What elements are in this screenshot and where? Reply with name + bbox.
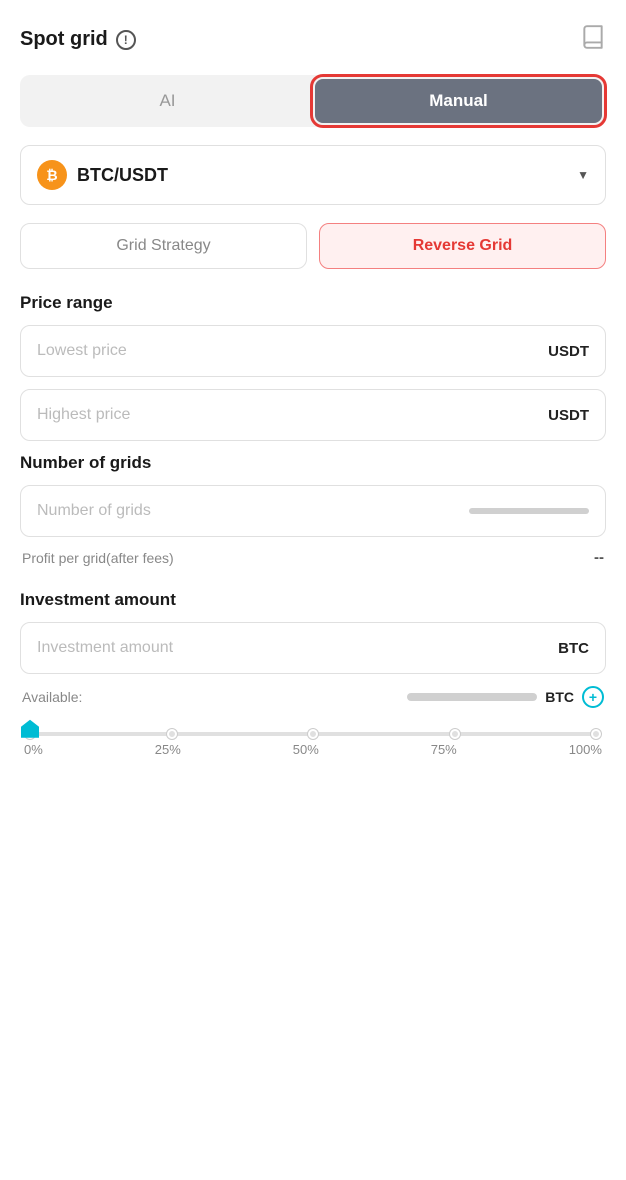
lowest-price-field[interactable]: USDT — [20, 325, 606, 377]
available-row: Available: BTC + — [20, 686, 606, 708]
price-range-section: Price range USDT USDT — [20, 293, 606, 441]
highest-price-unit: USDT — [548, 407, 589, 424]
grids-slider-bar — [469, 508, 589, 514]
grids-label: Number of grids — [20, 453, 606, 473]
pct-label-75: 75% — [431, 742, 457, 757]
pct-dot-100 — [591, 729, 601, 739]
profit-label: Profit per grid(after fees) — [22, 550, 174, 566]
pct-dot-25 — [167, 729, 177, 739]
lowest-price-input[interactable] — [37, 342, 548, 360]
grids-input-wrapper[interactable] — [20, 485, 606, 537]
investment-field[interactable]: BTC — [20, 622, 606, 674]
page-title: Spot grid — [20, 28, 108, 51]
manual-button[interactable]: Manual — [315, 79, 602, 123]
highest-price-field[interactable]: USDT — [20, 389, 606, 441]
profit-value: -- — [594, 549, 604, 566]
mode-toggle: AI Manual — [20, 75, 606, 127]
pct-handle[interactable] — [19, 718, 41, 745]
investment-label: Investment amount — [20, 590, 606, 610]
reverse-grid-button[interactable]: Reverse Grid — [319, 223, 606, 269]
pair-selector[interactable]: ₿ BTC/USDT ▼ — [20, 145, 606, 205]
ai-button[interactable]: AI — [24, 79, 311, 123]
available-right: BTC + — [407, 686, 604, 708]
grid-strategy-button[interactable]: Grid Strategy — [20, 223, 307, 269]
price-range-label: Price range — [20, 293, 606, 313]
investment-input[interactable] — [37, 639, 558, 657]
available-label: Available: — [22, 689, 82, 705]
header-left: Spot grid ! — [20, 28, 136, 51]
add-funds-button[interactable]: + — [582, 686, 604, 708]
pct-dot-75 — [450, 729, 460, 739]
pct-labels: 0% 25% 50% 75% 100% — [20, 742, 606, 757]
pct-slider-section: 0% 25% 50% 75% 100% — [20, 732, 606, 757]
investment-unit: BTC — [558, 640, 589, 657]
grids-section: Number of grids — [20, 453, 606, 537]
pct-label-100: 100% — [569, 742, 602, 757]
profit-row: Profit per grid(after fees) -- — [20, 549, 606, 566]
info-icon[interactable]: ! — [116, 30, 136, 50]
pct-dot-50 — [308, 729, 318, 739]
pct-label-50: 50% — [293, 742, 319, 757]
header: Spot grid ! — [20, 24, 606, 55]
pct-label-25: 25% — [155, 742, 181, 757]
available-bar — [407, 693, 537, 701]
pair-left: ₿ BTC/USDT — [37, 160, 168, 190]
investment-section: Investment amount BTC — [20, 590, 606, 674]
chevron-down-icon: ▼ — [577, 168, 589, 182]
highest-price-input[interactable] — [37, 406, 548, 424]
book-icon[interactable] — [580, 24, 606, 55]
btc-logo: ₿ — [37, 160, 67, 190]
grids-input[interactable] — [37, 502, 459, 520]
lowest-price-unit: USDT — [548, 343, 589, 360]
pct-track[interactable] — [30, 732, 596, 736]
available-unit: BTC — [545, 689, 574, 705]
pair-label: BTC/USDT — [77, 165, 168, 186]
strategy-row: Grid Strategy Reverse Grid — [20, 223, 606, 269]
